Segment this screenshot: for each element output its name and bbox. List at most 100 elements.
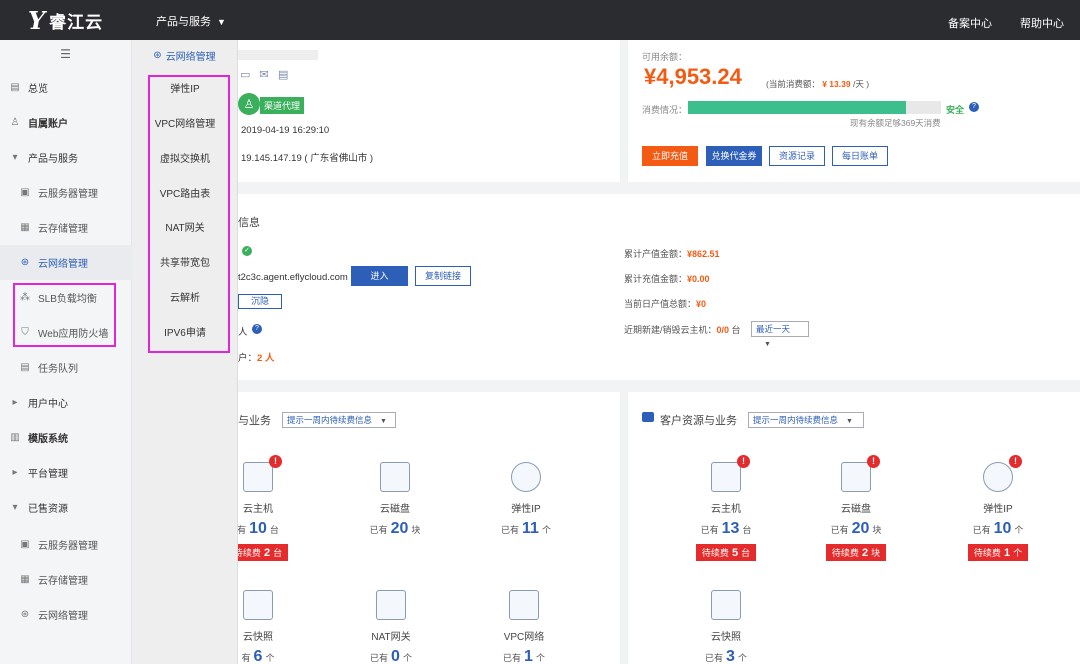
sidebar-item-label: 任务队列 bbox=[38, 364, 78, 375]
sidebar-item-sold-resources[interactable]: ▾ 已售资源 bbox=[0, 490, 132, 525]
resource-count-prefix: 已有 bbox=[830, 525, 849, 535]
resource-icon bbox=[711, 590, 741, 620]
resource-cell[interactable]: ! 云主机 已有 13 台待续费 5 台 bbox=[666, 455, 786, 561]
copy-link-button[interactable]: 复制链接 bbox=[415, 266, 471, 286]
highlight-box bbox=[148, 75, 230, 353]
resource-cell[interactable]: 弹性IP 已有 11 个 bbox=[466, 462, 586, 538]
recent-hosts-row: 近期新建/销毁云主机：0/0 台 bbox=[624, 323, 741, 336]
submenu-title: ⊛ 云网络管理 bbox=[132, 40, 237, 70]
sidebar-item-overview[interactable]: ▤ 总览 bbox=[0, 70, 132, 105]
resource-records-button[interactable]: 资源记录 bbox=[769, 146, 825, 166]
resource-count-unit: 块 bbox=[411, 525, 421, 535]
last-login-time: 2019-04-19 16:29:10 bbox=[241, 125, 330, 136]
server-icon: ▣ bbox=[20, 539, 30, 550]
sidebar-item-task-queue[interactable]: ▤ 任务队列 bbox=[0, 350, 132, 385]
help-icon[interactable]: ? bbox=[969, 102, 979, 112]
users-value: 2 人 bbox=[257, 353, 275, 364]
resource-icon: ! bbox=[841, 455, 880, 492]
menu-fold-icon[interactable]: ☰ bbox=[0, 40, 131, 68]
resource-count-value: 0 bbox=[391, 648, 400, 664]
resource-cell[interactable]: ! 云磁盘 已有 20 块待续费 2 块 bbox=[796, 455, 916, 561]
submenu-title-label: 云网络管理 bbox=[165, 51, 216, 63]
resource-count-prefix: 已有 bbox=[700, 525, 719, 535]
users-row: 户：2 人 bbox=[238, 350, 274, 364]
daily-consumption: (当前消费额： ¥ 13.39 /天 ) bbox=[766, 78, 869, 90]
enter-button[interactable]: 进入 bbox=[351, 266, 408, 286]
sidebar-item-platform-mgmt[interactable]: ▸ 平台管理 bbox=[0, 455, 132, 490]
resource-count-value: 10 bbox=[249, 520, 267, 537]
own-filter-select[interactable]: 提示一周内待续费信息 ▼ bbox=[282, 412, 396, 428]
sidebar-item-sold-cloud-network[interactable]: ⊛ 云网络管理 bbox=[0, 597, 132, 632]
sidebar-item-label: 模版系统 bbox=[28, 434, 68, 445]
own-filter-value: 提示一周内待续费信息 bbox=[287, 415, 373, 425]
storage-icon: ▦ bbox=[20, 222, 30, 233]
resource-name: 弹性IP bbox=[983, 504, 1013, 515]
sidebar-item-cloud-network[interactable]: ⊛ 云网络管理 bbox=[0, 245, 132, 280]
resource-name: VPC网络 bbox=[503, 632, 545, 643]
info-title: 信息 bbox=[238, 217, 260, 229]
sidebar-item-cloud-storage[interactable]: ▦ 云存储管理 bbox=[0, 210, 132, 245]
hide-button[interactable]: 沉隐 bbox=[238, 294, 282, 309]
resource-count-unit: 个 bbox=[535, 653, 545, 663]
brand-name: 睿江云 bbox=[49, 12, 104, 32]
resource-cell[interactable]: VPC网络 已有 1 个 bbox=[464, 590, 584, 664]
balance-card: 可用余额： ¥4,953.24 (当前消费额： ¥ 13.39 /天 ) 消费情… bbox=[628, 40, 1080, 182]
alert-icon: ! bbox=[1009, 455, 1022, 468]
user-icon: ♙ bbox=[10, 117, 20, 128]
top-bar: Y 睿江云 产品与服务 ▼ 备案中心 帮助中心 bbox=[0, 0, 1080, 40]
help-center-link[interactable]: 帮助中心 bbox=[1020, 15, 1064, 31]
resource-count: 已有 11 个 bbox=[466, 520, 586, 538]
total-recharge-label: 累计充值金额： bbox=[624, 274, 688, 284]
help-icon[interactable]: ? bbox=[252, 324, 262, 334]
daily-bill-button[interactable]: 每日账单 bbox=[832, 146, 888, 166]
resource-icon bbox=[380, 462, 410, 492]
client-filter-select[interactable]: 提示一周内待续费信息 ▼ bbox=[748, 412, 864, 428]
renewal-pending-unit: 台 bbox=[741, 548, 751, 558]
today-output-value: ¥0 bbox=[696, 299, 707, 309]
storage-icon: ▦ bbox=[20, 574, 30, 585]
total-output-value: ¥862.51 bbox=[687, 249, 720, 259]
sidebar-item-sold-cloud-server[interactable]: ▣ 云服务器管理 bbox=[0, 527, 132, 562]
resource-count-prefix: 已有 bbox=[503, 653, 522, 663]
chevron-down-icon: ▼ bbox=[217, 17, 226, 27]
total-output-label: 累计产值金额： bbox=[624, 249, 688, 259]
recharge-button[interactable]: 立即充值 bbox=[642, 146, 698, 166]
today-output-row: 当前日产值总额：¥0 bbox=[624, 297, 706, 310]
renewal-pending-count: 2 bbox=[263, 547, 271, 559]
contact-icons[interactable]: ▭ ✉ ▤ bbox=[240, 68, 288, 81]
renewal-pending-badge[interactable]: 待续费 1 个 bbox=[967, 544, 1029, 561]
renewal-pending-badge[interactable]: 待续费 2 块 bbox=[825, 544, 887, 561]
record-center-link[interactable]: 备案中心 bbox=[948, 15, 992, 31]
caret-down-icon: ▾ bbox=[12, 502, 18, 513]
resource-count: 已有 20 块 bbox=[796, 520, 916, 538]
alert-icon: ! bbox=[269, 455, 282, 468]
resource-cell[interactable]: 云磁盘 已有 20 块 bbox=[335, 462, 455, 538]
sidebar-item-my-account[interactable]: ♙ 自属账户 bbox=[0, 105, 132, 140]
products-menu[interactable]: 产品与服务 ▼ bbox=[156, 13, 226, 29]
sidebar-item-template-system[interactable]: ▥ 模版系统 bbox=[0, 420, 132, 455]
resource-count-value: 20 bbox=[390, 520, 409, 537]
sidebar-item-sold-cloud-storage[interactable]: ▦ 云存储管理 bbox=[0, 562, 132, 597]
resource-cell[interactable]: ! 弹性IP 已有 10 个待续费 1 个 bbox=[938, 455, 1058, 561]
resource-count-unit: 个 bbox=[737, 653, 747, 663]
resource-cell[interactable]: NAT网关 已有 0 个 bbox=[331, 590, 451, 664]
resource-count: 已有 13 台 bbox=[666, 520, 786, 538]
resource-cell[interactable]: 云快照 已有 3 个 bbox=[666, 590, 786, 664]
recent-period-select[interactable]: 最近一天 ▼ bbox=[751, 321, 809, 348]
brand-logo[interactable]: Y 睿江云 bbox=[28, 6, 104, 35]
resource-count-unit: 个 bbox=[265, 653, 275, 663]
sidebar-item-cloud-server[interactable]: ▣ 云服务器管理 bbox=[0, 175, 132, 210]
renewal-pending-badge[interactable]: 待续费 5 台 bbox=[695, 544, 757, 561]
users-label: 户： bbox=[238, 353, 258, 364]
voucher-button[interactable]: 兑换代金券 bbox=[706, 146, 762, 166]
account-name-redacted bbox=[238, 50, 318, 60]
remain-note: 现有余额足够369天消费 bbox=[850, 118, 941, 128]
sidebar-item-label: 平台管理 bbox=[28, 469, 68, 480]
resource-icon bbox=[509, 590, 539, 620]
sidebar-item-products[interactable]: ▾ 产品与服务 bbox=[0, 140, 132, 175]
total-recharge-row: 累计充值金额：¥0.00 bbox=[624, 272, 710, 285]
caret-right-icon: ▸ bbox=[12, 397, 18, 408]
resource-icon: ! bbox=[243, 455, 282, 492]
sidebar-item-user-center[interactable]: ▸ 用户中心 bbox=[0, 385, 132, 420]
chevron-down-icon: ▼ bbox=[846, 418, 853, 425]
